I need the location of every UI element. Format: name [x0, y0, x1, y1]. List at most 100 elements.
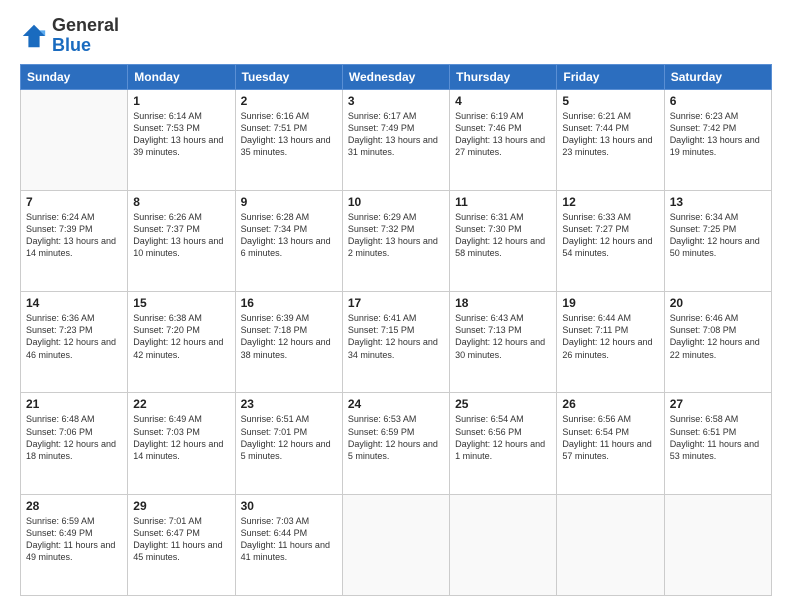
- day-number: 18: [455, 296, 551, 310]
- logo-icon: [20, 22, 48, 50]
- day-number: 2: [241, 94, 337, 108]
- cell-text: Sunrise: 6:38 AM Sunset: 7:20 PM Dayligh…: [133, 312, 229, 361]
- calendar-cell: 19 Sunrise: 6:44 AM Sunset: 7:11 PM Dayli…: [557, 292, 664, 393]
- cell-text: Sunrise: 6:44 AM Sunset: 7:11 PM Dayligh…: [562, 312, 658, 361]
- week-row-1: 7 Sunrise: 6:24 AM Sunset: 7:39 PM Daylig…: [21, 190, 772, 291]
- cell-text: Sunrise: 6:24 AM Sunset: 7:39 PM Dayligh…: [26, 211, 122, 260]
- calendar-cell: 23 Sunrise: 6:51 AM Sunset: 7:01 PM Dayli…: [235, 393, 342, 494]
- header: General Blue: [20, 16, 772, 56]
- day-number: 19: [562, 296, 658, 310]
- cell-text: Sunrise: 6:23 AM Sunset: 7:42 PM Dayligh…: [670, 110, 766, 159]
- week-row-4: 28 Sunrise: 6:59 AM Sunset: 6:49 PM Dayli…: [21, 494, 772, 595]
- day-header-sunday: Sunday: [21, 64, 128, 89]
- day-number: 21: [26, 397, 122, 411]
- day-header-tuesday: Tuesday: [235, 64, 342, 89]
- logo: General Blue: [20, 16, 119, 56]
- calendar-cell: 30 Sunrise: 7:03 AM Sunset: 6:44 PM Dayli…: [235, 494, 342, 595]
- day-number: 25: [455, 397, 551, 411]
- calendar-cell: 18 Sunrise: 6:43 AM Sunset: 7:13 PM Dayli…: [450, 292, 557, 393]
- day-number: 23: [241, 397, 337, 411]
- calendar-cell: 21 Sunrise: 6:48 AM Sunset: 7:06 PM Dayli…: [21, 393, 128, 494]
- day-number: 28: [26, 499, 122, 513]
- day-number: 12: [562, 195, 658, 209]
- week-row-3: 21 Sunrise: 6:48 AM Sunset: 7:06 PM Dayli…: [21, 393, 772, 494]
- calendar-cell: [450, 494, 557, 595]
- calendar-cell: 2 Sunrise: 6:16 AM Sunset: 7:51 PM Daylig…: [235, 89, 342, 190]
- cell-text: Sunrise: 6:56 AM Sunset: 6:54 PM Dayligh…: [562, 413, 658, 462]
- day-number: 1: [133, 94, 229, 108]
- day-number: 14: [26, 296, 122, 310]
- cell-text: Sunrise: 6:39 AM Sunset: 7:18 PM Dayligh…: [241, 312, 337, 361]
- calendar-cell: 15 Sunrise: 6:38 AM Sunset: 7:20 PM Dayli…: [128, 292, 235, 393]
- cell-text: Sunrise: 6:36 AM Sunset: 7:23 PM Dayligh…: [26, 312, 122, 361]
- day-number: 17: [348, 296, 444, 310]
- calendar-cell: 4 Sunrise: 6:19 AM Sunset: 7:46 PM Daylig…: [450, 89, 557, 190]
- day-number: 8: [133, 195, 229, 209]
- calendar-cell: 3Sunrise: 6:17 AM Sunset: 7:49 PM Daylig…: [342, 89, 449, 190]
- day-number: 5: [562, 94, 658, 108]
- cell-text: Sunrise: 6:34 AM Sunset: 7:25 PM Dayligh…: [670, 211, 766, 260]
- week-row-2: 14 Sunrise: 6:36 AM Sunset: 7:23 PM Dayli…: [21, 292, 772, 393]
- calendar-cell: 25 Sunrise: 6:54 AM Sunset: 6:56 PM Dayli…: [450, 393, 557, 494]
- cell-text: Sunrise: 7:01 AM Sunset: 6:47 PM Dayligh…: [133, 515, 229, 564]
- day-number: 27: [670, 397, 766, 411]
- day-header-monday: Monday: [128, 64, 235, 89]
- day-number: 30: [241, 499, 337, 513]
- calendar-cell: 8 Sunrise: 6:26 AM Sunset: 7:37 PM Daylig…: [128, 190, 235, 291]
- cell-text: Sunrise: 6:29 AM Sunset: 7:32 PM Dayligh…: [348, 211, 444, 260]
- cell-text: Sunrise: 6:21 AM Sunset: 7:44 PM Dayligh…: [562, 110, 658, 159]
- calendar-cell: 9 Sunrise: 6:28 AM Sunset: 7:34 PM Daylig…: [235, 190, 342, 291]
- cell-text: Sunrise: 6:31 AM Sunset: 7:30 PM Dayligh…: [455, 211, 551, 260]
- cell-text: Sunrise: 6:46 AM Sunset: 7:08 PM Dayligh…: [670, 312, 766, 361]
- week-row-0: 1Sunrise: 6:14 AM Sunset: 7:53 PM Daylig…: [21, 89, 772, 190]
- day-number: 7: [26, 195, 122, 209]
- header-row: SundayMondayTuesdayWednesdayThursdayFrid…: [21, 64, 772, 89]
- day-number: 29: [133, 499, 229, 513]
- day-number: 24: [348, 397, 444, 411]
- calendar-cell: 11Sunrise: 6:31 AM Sunset: 7:30 PM Dayli…: [450, 190, 557, 291]
- calendar-cell: [342, 494, 449, 595]
- calendar-cell: 10 Sunrise: 6:29 AM Sunset: 7:32 PM Dayli…: [342, 190, 449, 291]
- day-header-thursday: Thursday: [450, 64, 557, 89]
- cell-text: Sunrise: 6:16 AM Sunset: 7:51 PM Dayligh…: [241, 110, 337, 159]
- day-number: 10: [348, 195, 444, 209]
- calendar-cell: 26Sunrise: 6:56 AM Sunset: 6:54 PM Dayli…: [557, 393, 664, 494]
- calendar-table: SundayMondayTuesdayWednesdayThursdayFrid…: [20, 64, 772, 596]
- day-number: 4: [455, 94, 551, 108]
- calendar-cell: [664, 494, 771, 595]
- cell-text: Sunrise: 6:54 AM Sunset: 6:56 PM Dayligh…: [455, 413, 551, 462]
- cell-text: Sunrise: 6:49 AM Sunset: 7:03 PM Dayligh…: [133, 413, 229, 462]
- page: General Blue SundayMondayTuesdayWednesda…: [0, 0, 792, 612]
- calendar-cell: 14 Sunrise: 6:36 AM Sunset: 7:23 PM Dayli…: [21, 292, 128, 393]
- cell-text: Sunrise: 6:53 AM Sunset: 6:59 PM Dayligh…: [348, 413, 444, 462]
- day-header-friday: Friday: [557, 64, 664, 89]
- day-header-wednesday: Wednesday: [342, 64, 449, 89]
- day-number: 3: [348, 94, 444, 108]
- cell-text: Sunrise: 6:26 AM Sunset: 7:37 PM Dayligh…: [133, 211, 229, 260]
- calendar-cell: 13 Sunrise: 6:34 AM Sunset: 7:25 PM Dayli…: [664, 190, 771, 291]
- calendar-cell: 29 Sunrise: 7:01 AM Sunset: 6:47 PM Dayli…: [128, 494, 235, 595]
- cell-text: Sunrise: 6:51 AM Sunset: 7:01 PM Dayligh…: [241, 413, 337, 462]
- day-number: 9: [241, 195, 337, 209]
- calendar-cell: 28 Sunrise: 6:59 AM Sunset: 6:49 PM Dayli…: [21, 494, 128, 595]
- cell-text: Sunrise: 6:19 AM Sunset: 7:46 PM Dayligh…: [455, 110, 551, 159]
- cell-text: Sunrise: 6:59 AM Sunset: 6:49 PM Dayligh…: [26, 515, 122, 564]
- day-number: 22: [133, 397, 229, 411]
- calendar-cell: 20Sunrise: 6:46 AM Sunset: 7:08 PM Dayli…: [664, 292, 771, 393]
- calendar-cell: 12 Sunrise: 6:33 AM Sunset: 7:27 PM Dayli…: [557, 190, 664, 291]
- cell-text: Sunrise: 6:48 AM Sunset: 7:06 PM Dayligh…: [26, 413, 122, 462]
- day-number: 16: [241, 296, 337, 310]
- calendar-cell: 16 Sunrise: 6:39 AM Sunset: 7:18 PM Dayli…: [235, 292, 342, 393]
- day-number: 15: [133, 296, 229, 310]
- cell-text: Sunrise: 6:43 AM Sunset: 7:13 PM Dayligh…: [455, 312, 551, 361]
- calendar-cell: 6 Sunrise: 6:23 AM Sunset: 7:42 PM Daylig…: [664, 89, 771, 190]
- calendar-cell: 22 Sunrise: 6:49 AM Sunset: 7:03 PM Dayli…: [128, 393, 235, 494]
- cell-text: Sunrise: 7:03 AM Sunset: 6:44 PM Dayligh…: [241, 515, 337, 564]
- day-number: 6: [670, 94, 766, 108]
- cell-text: Sunrise: 6:33 AM Sunset: 7:27 PM Dayligh…: [562, 211, 658, 260]
- calendar-cell: 24 Sunrise: 6:53 AM Sunset: 6:59 PM Dayli…: [342, 393, 449, 494]
- cell-text: Sunrise: 6:58 AM Sunset: 6:51 PM Dayligh…: [670, 413, 766, 462]
- cell-text: Sunrise: 6:28 AM Sunset: 7:34 PM Dayligh…: [241, 211, 337, 260]
- calendar-cell: 1Sunrise: 6:14 AM Sunset: 7:53 PM Daylig…: [128, 89, 235, 190]
- day-number: 13: [670, 195, 766, 209]
